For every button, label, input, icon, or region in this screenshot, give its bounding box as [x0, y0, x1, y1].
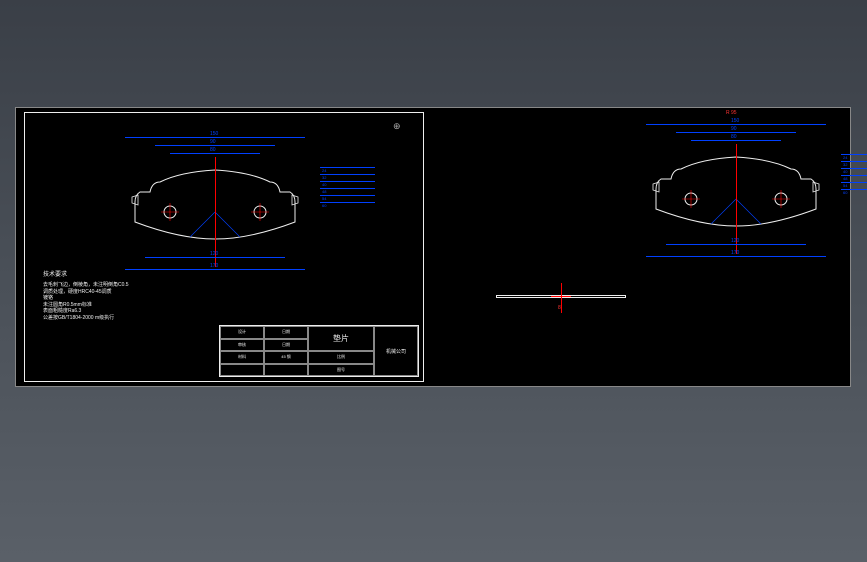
dim-value: 60	[841, 189, 867, 196]
part-view-side: 8	[496, 283, 626, 313]
dim-top-3	[170, 153, 260, 154]
dim-value: 24	[841, 154, 867, 161]
dim-value: 48	[841, 175, 867, 182]
dim-bottom-2	[646, 256, 826, 257]
dim-value: 80	[210, 147, 216, 153]
dim-value: 54	[320, 195, 375, 202]
dim-value: 40	[841, 168, 867, 175]
dim-value: 170	[731, 250, 739, 256]
part-view-front-left: 150 90 80	[115, 137, 315, 257]
tb-cell: 45 钢	[264, 351, 308, 364]
tb-cell: 图号	[308, 364, 374, 377]
notes-heading: 技术要求	[43, 272, 129, 280]
dim-value: 24	[320, 167, 375, 174]
note-line: 去毛刺飞边，倒棱角，未注明倒角C0.5	[43, 282, 129, 289]
dim-bottom-2	[125, 269, 305, 270]
tb-cell: 审核	[220, 339, 264, 352]
dim-value: 150	[210, 131, 218, 137]
dim-value: 54	[841, 182, 867, 189]
dim-value: 48	[320, 188, 375, 195]
dim-value: 90	[210, 139, 216, 145]
cad-workspace[interactable]: ⊕ 150 90 80	[15, 107, 851, 387]
tb-company: 机械公司	[374, 326, 418, 376]
tb-cell: 日期	[264, 339, 308, 352]
tb-part-name: 垫片	[308, 326, 374, 351]
tb-cell: 日期	[264, 326, 308, 339]
compass-icon: ⊕	[393, 121, 403, 131]
dim-value: 40	[320, 181, 375, 188]
dim-value: 60	[320, 202, 375, 209]
centerline-horizontal	[551, 296, 571, 297]
dim-value: 120	[731, 238, 739, 244]
part-view-front-right: R 95 150 90 80 24 32	[636, 124, 836, 244]
dim-radius: R 95	[726, 110, 737, 116]
dim-value: 170	[210, 263, 218, 269]
tb-cell	[220, 364, 264, 377]
dim-value: 90	[731, 126, 737, 132]
tb-cell: 材料	[220, 351, 264, 364]
centerline-vertical	[561, 283, 562, 313]
drawing-frame-left: ⊕ 150 90 80	[24, 112, 424, 382]
dim-top-3	[691, 140, 781, 141]
tb-cell	[264, 364, 308, 377]
dim-value: 150	[731, 118, 739, 124]
dim-value: 80	[731, 134, 737, 140]
technical-notes: 技术要求 去毛刺飞边，倒棱角，未注明倒角C0.5 调质处理，硬度HRC40-45…	[43, 272, 129, 321]
tb-cell: 设计	[220, 326, 264, 339]
tb-cell: 比例	[308, 351, 374, 364]
dim-bottom-1	[666, 244, 806, 245]
dim-top-1	[646, 124, 826, 125]
dim-value: 32	[841, 161, 867, 168]
dim-thickness: 8	[558, 305, 561, 311]
dim-top-2	[676, 132, 796, 133]
dim-value: 120	[210, 251, 218, 257]
dim-top-2	[155, 145, 275, 146]
dim-top-1	[125, 137, 305, 138]
dim-stack-right: 24 32 40 48 54 60	[320, 167, 375, 209]
title-block: 设计 日期 垫片 机械公司 审核 日期 材料 45 钢 比例 图号	[219, 325, 419, 377]
note-line: 公差按GB/T1804-2000 m级执行	[43, 315, 129, 322]
dim-value: 32	[320, 174, 375, 181]
dim-bottom-1	[145, 257, 285, 258]
dim-stack-right: 24 32 40 48 54 60	[841, 154, 867, 196]
